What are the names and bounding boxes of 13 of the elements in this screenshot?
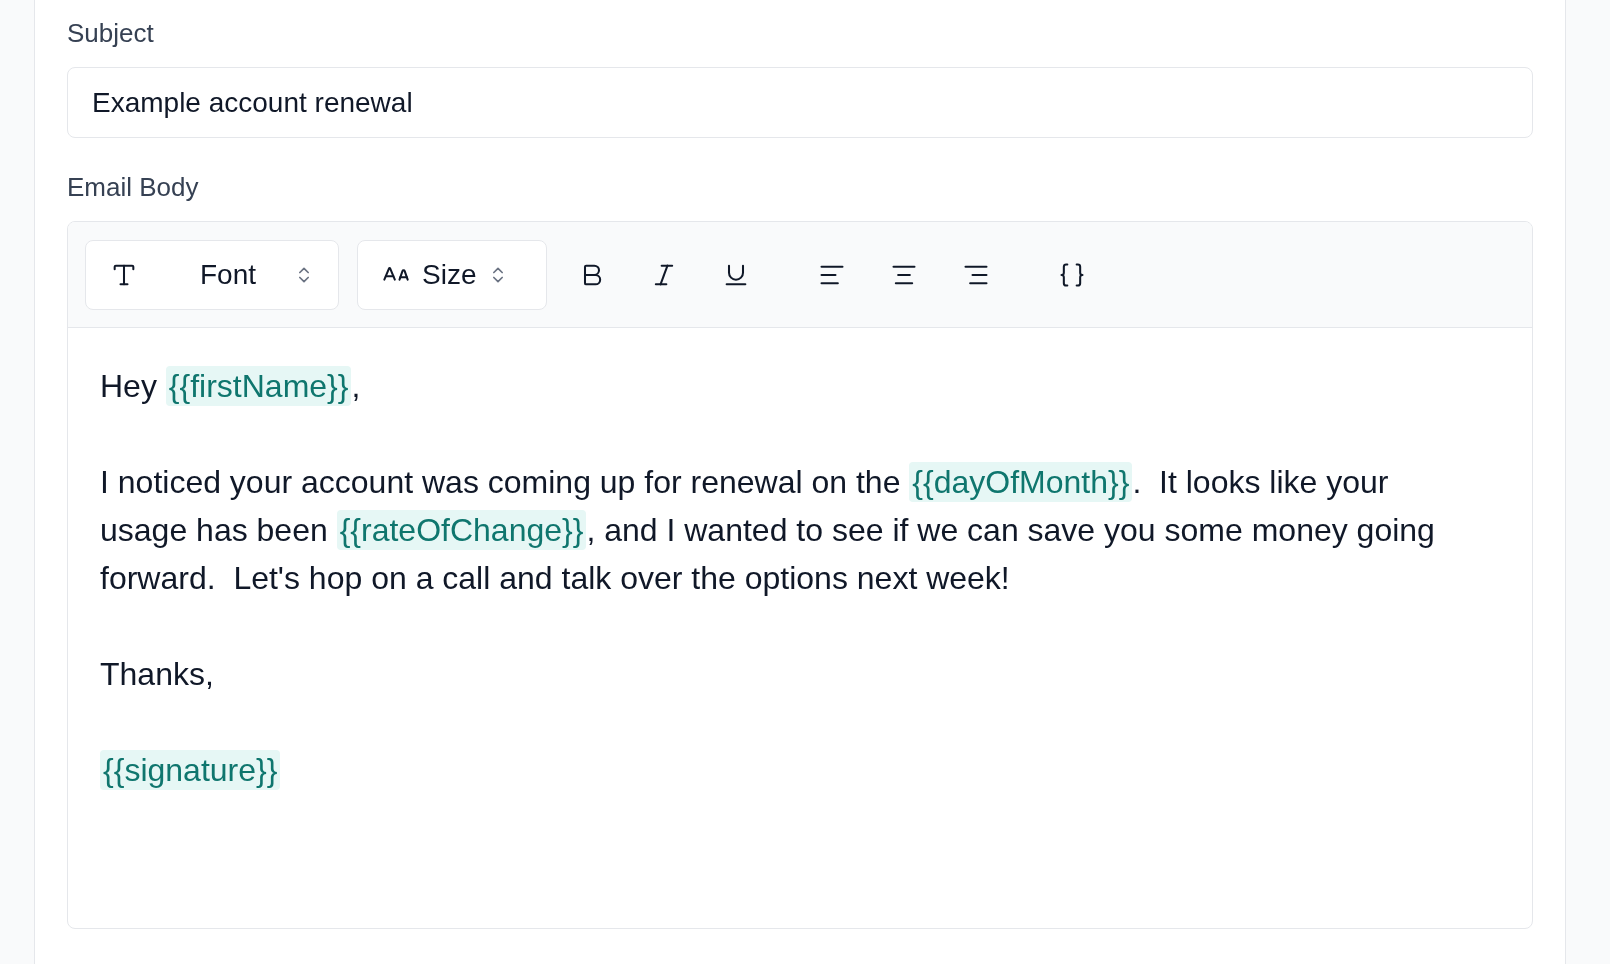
variable-tag: {{firstName}} (165, 366, 352, 406)
body-paragraph: Thanks, (100, 655, 215, 694)
variable-tag: {{signature}} (100, 750, 281, 790)
field-label: Subject (67, 17, 155, 50)
subject-field[interactable]: Example account renewal (67, 67, 1533, 138)
body-paragraph: I noticed your account was coming up for renewal on the {{dayOfMonth}}. It looks like your usage has been {{rateOfChange}}, and I wanted to see if we can save you some money going forward. Let's hop on a call and talk over the options next week! (100, 461, 1436, 598)
font-select[interactable]: Font (85, 239, 339, 310)
braces-icon (1058, 260, 1086, 289)
variable-tag: {{dayOfMonth}} (909, 462, 1133, 502)
field-label: Email Body (67, 171, 200, 204)
body-paragraph: Hey {{firstName}}, (100, 365, 362, 408)
size-select[interactable]: Size (357, 239, 547, 310)
variable-tag: {{rateOfChange}} (336, 510, 587, 550)
